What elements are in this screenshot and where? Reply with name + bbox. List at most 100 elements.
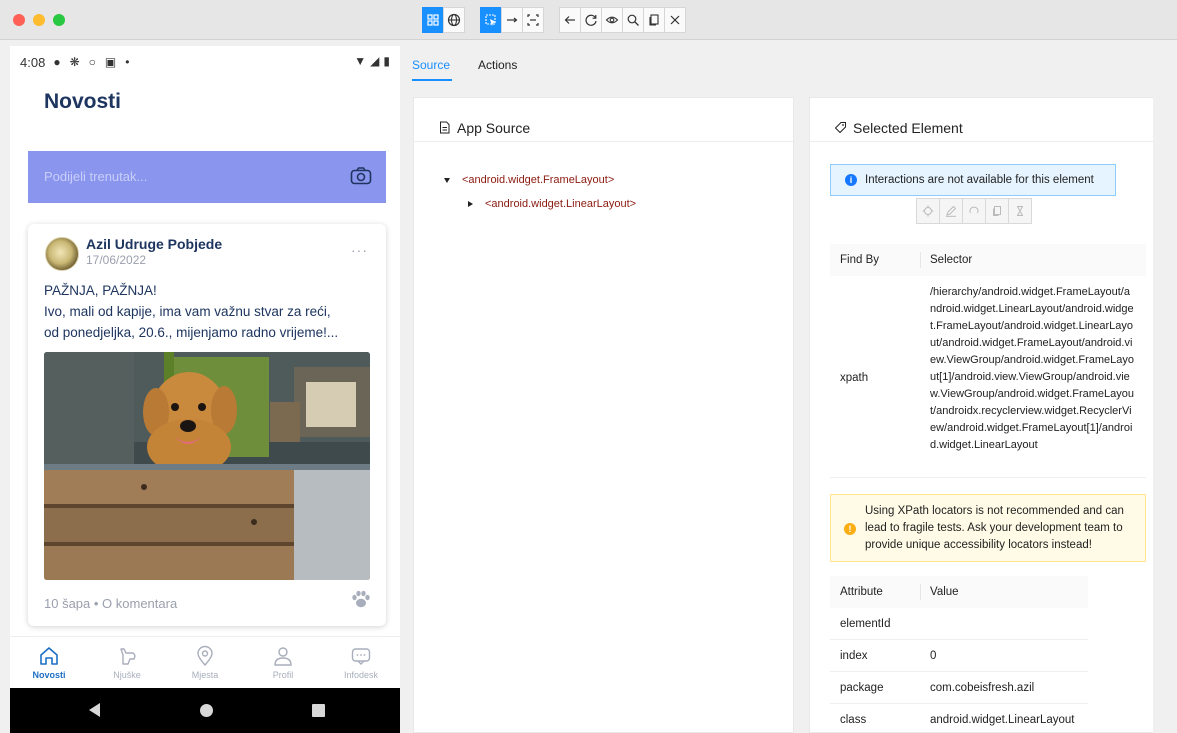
appium-inspector-window: 4:08 ● ❋ ○ ▣ • ▼ ◢ ▮ Novosti Podijeli tr… [0,0,1177,733]
home-icon [40,647,58,665]
web-mode-button[interactable] [443,7,465,33]
zoom-window-button[interactable] [53,14,65,26]
tree-node-label[interactable]: <android.widget.LinearLayout> [485,198,636,210]
location-pin-icon [197,645,213,667]
warning-text: Using XPath locators is not recommended … [865,505,1124,551]
tap-by-coordinates-button[interactable] [522,7,544,33]
back-button[interactable] [559,7,581,33]
more-options-icon[interactable]: ··· [351,242,368,258]
find-by-header: Find By [840,254,879,266]
tab-actions[interactable]: Actions [478,58,517,72]
location-pin-icon: ○ [88,55,96,69]
select-elements-button[interactable] [480,7,502,33]
selected-element-title: Selected Element [853,119,963,136]
select-cursor-icon [485,14,496,26]
minimize-window-button[interactable] [33,14,45,26]
tap-element-button[interactable] [916,198,940,224]
post-author[interactable]: Azil Udruge Pobjede [86,236,222,252]
post-text[interactable]: PAŽNJA, PAŽNJA! Ivo, mali od kapije, ima… [44,280,374,343]
camera-icon[interactable] [350,166,372,186]
panel-scrollbar[interactable] [1153,96,1177,733]
nav-item-infodesk[interactable]: Infodesk [322,637,400,688]
table-row[interactable]: package com.cobeisfresh.azil [830,672,1088,704]
xpath-value[interactable]: /hierarchy/android.widget.FrameLayout/an… [930,284,1136,454]
native-mode-button[interactable] [422,7,444,33]
table-row[interactable]: class android.widget.LinearLayout [830,704,1088,733]
xpath-label: xpath [840,372,869,384]
pencil-icon [946,205,957,217]
nav-label: Mjesta [191,670,219,680]
share-moment-input[interactable]: Podijeli trenutak... [28,151,386,203]
refresh-button[interactable] [580,7,602,33]
search-for-element-button[interactable] [622,7,644,33]
attribute-key: package [840,682,884,694]
nav-label: Njuške [113,670,141,680]
android-back-icon[interactable] [89,703,100,717]
bottom-navigation: Novosti Njuške Mjesta Profil Infodesk [10,636,400,688]
file-icon [440,121,450,134]
post-line-3: od ponedjeljka, 20.6., mijenjamo radno v… [44,325,339,340]
table-row[interactable]: index 0 [830,640,1088,672]
signal-icon: ◢ [370,54,380,68]
nav-label: Infodesk [343,670,379,680]
attribute-header: Attribute [840,586,883,598]
tab-source[interactable]: Source [412,58,450,72]
attribute-table-header: Attribute Value [830,576,1088,608]
post-card[interactable]: Azil Udruge Pobjede 17/06/2022 ··· PAŽNJ… [28,224,386,626]
table-row[interactable]: xpath /hierarchy/android.widget.FrameLay… [830,278,1146,478]
app-source-title: App Source [457,119,531,136]
column-divider [920,584,921,600]
dog-head-icon [120,648,136,665]
attribute-value[interactable]: android.widget.LinearLayout [930,714,1075,726]
android-recents-icon[interactable] [312,704,325,717]
post-date: 17/06/2022 [86,253,147,267]
swipe-arrow-icon [507,17,518,23]
device-screenshot[interactable]: 4:08 ● ❋ ○ ▣ • ▼ ◢ ▮ Novosti Podijeli tr… [10,46,400,733]
tree-node-label[interactable]: <android.widget.FrameLayout> [462,174,614,186]
attribute-value[interactable]: 0 [930,650,936,662]
toggle-visibility-button[interactable] [601,7,623,33]
selected-element-panel: Selected Element i Interactions are not … [809,97,1177,733]
copy-attributes-button[interactable] [985,198,1009,224]
system-icons: ▼ ◢ ▮ [354,54,390,68]
caret-right-icon[interactable] [468,201,473,207]
status-time: 4:08 [20,54,46,70]
app-source-header: App Source [414,98,793,142]
tree-node[interactable]: <android.widget.LinearLayout> [444,192,636,216]
avatar[interactable] [45,237,79,271]
swipe-by-coordinates-button[interactable] [501,7,523,33]
alert-text: Interactions are not available for this … [865,174,1094,186]
nav-item-mjesta[interactable]: Mjesta [166,637,244,688]
notification-icon: ● [53,55,61,69]
table-row[interactable]: elementId [830,608,1088,640]
android-home-icon[interactable] [200,704,213,717]
interactions-unavailable-alert: i Interactions are not available for thi… [830,164,1116,196]
close-window-button[interactable] [13,14,25,26]
nav-label: Profil [272,670,294,680]
active-tab-indicator [412,79,452,81]
post-photo[interactable] [44,352,370,580]
element-actions [916,198,1032,224]
inspector-tabs: Source Actions [403,46,1177,92]
clear-button[interactable] [962,198,986,224]
warning-icon: ! [844,523,856,535]
nav-item-njuske[interactable]: Njuške [88,637,166,688]
grid-icon [427,14,439,26]
android-status-bar: 4:08 ● ❋ ○ ▣ • ▼ ◢ ▮ [10,46,400,78]
close-icon [670,15,680,25]
timing-button[interactable] [1008,198,1032,224]
caret-down-icon[interactable] [444,177,450,183]
hourglass-icon [1017,206,1023,216]
share-placeholder: Podijeli trenutak... [44,169,148,184]
copy-xml-button[interactable] [643,7,665,33]
paw-icon[interactable] [350,588,372,610]
post-stats: 10 šapa • O komentara [44,596,178,611]
nav-item-profil[interactable]: Profil [244,637,322,688]
tree-node[interactable]: <android.widget.FrameLayout> [444,168,636,192]
android-nav-bar [10,688,400,733]
send-keys-button[interactable] [939,198,963,224]
attribute-value[interactable]: com.cobeisfresh.azil [930,682,1034,694]
source-tree: <android.widget.FrameLayout> <android.wi… [444,168,636,216]
nav-item-novosti[interactable]: Novosti [10,637,88,688]
quit-session-button[interactable] [664,7,686,33]
